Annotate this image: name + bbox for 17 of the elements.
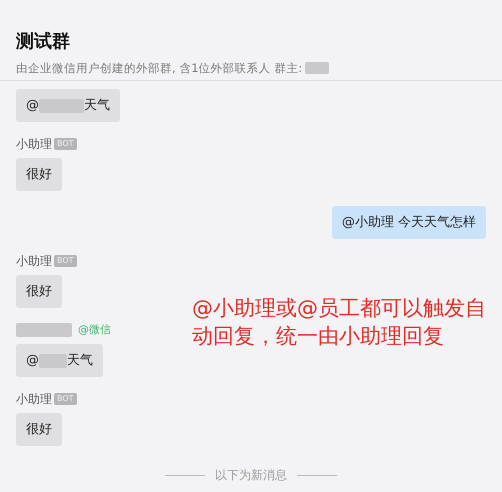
bot-badge: BOT: [54, 393, 77, 405]
message-bubble: @小助理 今天天气怎样: [332, 206, 486, 239]
group-title: 测试群: [16, 31, 70, 53]
message-bubble: 很好: [16, 275, 62, 308]
sender-name: 小助理: [16, 136, 52, 153]
sender-name: 小助理: [16, 253, 52, 270]
message-bubble: 很好: [16, 158, 62, 191]
message-bubble: @ 天气: [16, 344, 103, 377]
message-bubble: 很好: [16, 413, 62, 446]
message-bubble: @ 天气: [16, 89, 120, 122]
new-messages-divider: 以下为新消息: [215, 467, 287, 484]
sender-name: 小助理: [16, 391, 52, 408]
group-description: 由企业微信用户创建的外部群, 含1位外部联系人 群主:: [16, 61, 302, 75]
bot-badge: BOT: [54, 138, 77, 150]
annotation-text: @小助理或@员工都可以触发自动回复，统一由小助理回复: [192, 295, 487, 350]
bot-badge: BOT: [54, 255, 77, 267]
wechat-tag: @微信: [78, 322, 111, 338]
